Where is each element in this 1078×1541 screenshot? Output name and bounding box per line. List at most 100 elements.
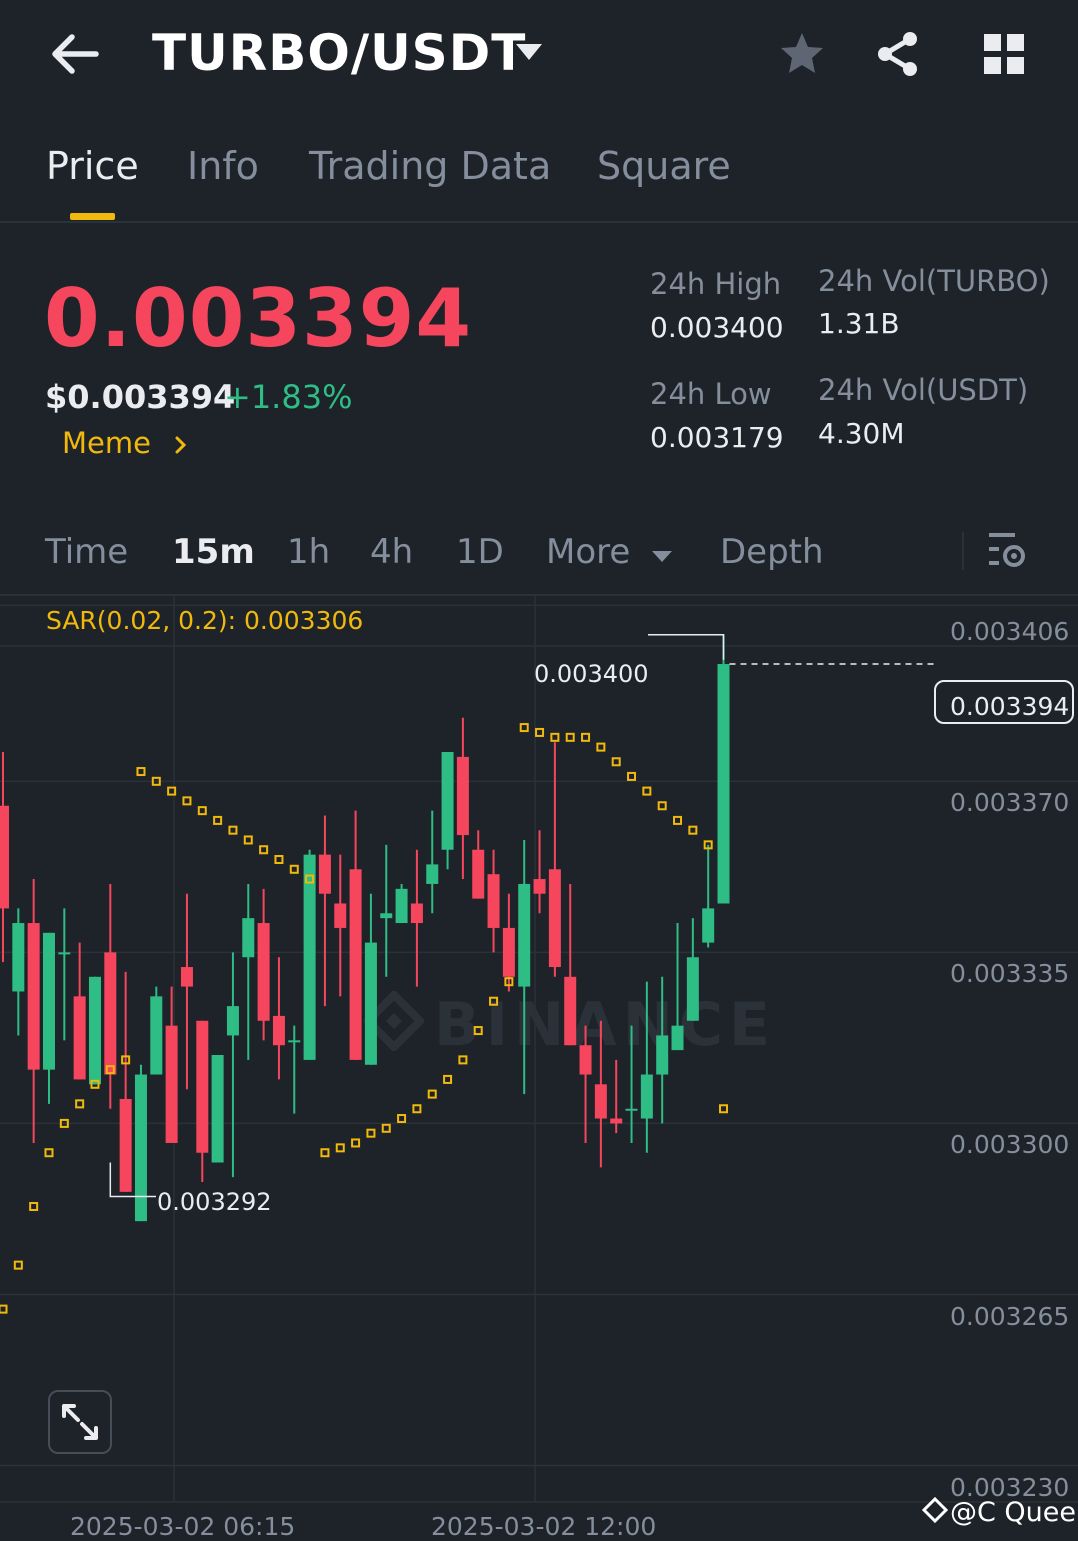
sar-dot [182,796,192,806]
candle-body [686,957,699,1021]
category-tag-link[interactable]: Meme [62,426,188,462]
sar-dot [412,1104,422,1114]
sar-dot [243,835,253,845]
candle-body [533,879,546,894]
candle-body [548,869,561,968]
sar-dot [29,1201,39,1211]
candle-body [364,942,377,1065]
sar-dot [673,815,683,825]
candle-body [502,927,515,977]
sar-dot [289,864,299,874]
interval-4h[interactable]: 4h [370,532,413,572]
candle-body [104,952,117,1075]
candle-body [180,967,193,987]
24h-vol-quote-label: 24h Vol(USDT) [818,373,1029,407]
price-axis-label: 0.003265 [950,1302,1070,1331]
price-axis-label: 0.003335 [950,959,1070,988]
candle-body [625,1108,638,1111]
high-marker-label: 0.003400 [534,660,649,688]
back-arrow-icon[interactable] [48,30,102,78]
caret-down-icon [651,534,673,574]
candle-body [73,996,86,1080]
sar-dot [259,845,269,855]
tab-price[interactable]: Price [46,144,139,188]
candle-body [242,918,255,958]
usd-price: $0.003394 [45,378,236,416]
interval-more[interactable]: More [546,532,673,574]
24h-high-value: 0.003400 [650,311,784,344]
candle-body [88,976,101,1085]
pair-title[interactable]: TURBO/USDT [152,24,526,82]
candle-body [717,664,730,904]
caret-down-icon[interactable] [514,42,544,68]
high-marker-line [648,633,725,660]
sar-dot [0,1304,8,1314]
candle-body [380,913,393,919]
sar-dot [611,757,621,767]
candle-body [564,976,577,1046]
tab-square[interactable]: Square [597,144,731,188]
candle-body [518,883,531,987]
interval-time[interactable]: Time [45,532,128,572]
sar-dot [519,723,529,733]
candle-body [318,854,331,894]
candle-body [165,1025,178,1143]
interval-15m[interactable]: 15m [172,532,255,572]
star-icon[interactable] [778,30,826,82]
interval-1d[interactable]: 1D [456,532,504,572]
candle-body [134,1074,147,1222]
low-marker-line [109,1162,156,1198]
interval-depth[interactable]: Depth [720,532,824,572]
candle-body [349,869,362,1060]
sar-dot [443,1074,453,1084]
chevron-right-icon [174,428,188,462]
candlestick-chart[interactable] [0,596,1078,1537]
sar-dot [335,1143,345,1153]
sar-indicator-label: SAR(0.02, 0.2): 0.003306 [46,606,364,635]
active-tab-indicator [70,213,115,220]
sar-dot [274,855,284,865]
candle-body [119,1098,132,1192]
candle-body [257,923,270,1021]
category-tag-label: Meme [62,426,151,460]
candle-body [27,923,40,1070]
tab-info[interactable]: Info [187,144,259,188]
candle-body [211,1054,224,1163]
sar-dot [550,732,560,742]
interval-more-label: More [546,532,631,572]
candle-body [594,1084,607,1119]
divider [0,221,1078,223]
grid-icon[interactable] [982,32,1026,80]
sar-dot [351,1138,361,1148]
candle-body [395,888,408,924]
tab-trading-data[interactable]: Trading Data [309,144,551,188]
expand-icon[interactable] [48,1390,112,1454]
candle-body [42,932,55,1070]
share-icon[interactable] [874,30,922,82]
candle-body [0,805,9,909]
candle-body [272,1015,285,1046]
candle-body [58,952,71,955]
last-price: 0.003394 [44,272,473,365]
chart-settings-icon[interactable] [986,530,1028,574]
low-marker-label: 0.003292 [157,1188,272,1216]
candle-body [334,903,347,928]
candle-body [579,1045,592,1075]
sar-dot [473,1026,483,1036]
sar-dot [581,732,591,742]
sar-dot [596,742,606,752]
sar-dot [136,767,146,777]
candle-body [196,1020,209,1153]
24h-vol-base-value: 1.31B [818,307,900,340]
candle-body [472,849,485,899]
candle-body [671,1025,684,1051]
sar-dot [320,1148,330,1158]
24h-vol-quote-value: 4.30M [818,417,905,450]
interval-1h[interactable]: 1h [287,532,330,572]
price-axis-label: 0.003406 [950,617,1070,646]
last-price-marker-label: 0.003394 [950,692,1070,721]
24h-low-label: 24h Low [650,377,772,411]
credit-text: @C Queen [950,1497,1078,1528]
candle-body [487,874,500,928]
sar-dot [75,1099,85,1109]
